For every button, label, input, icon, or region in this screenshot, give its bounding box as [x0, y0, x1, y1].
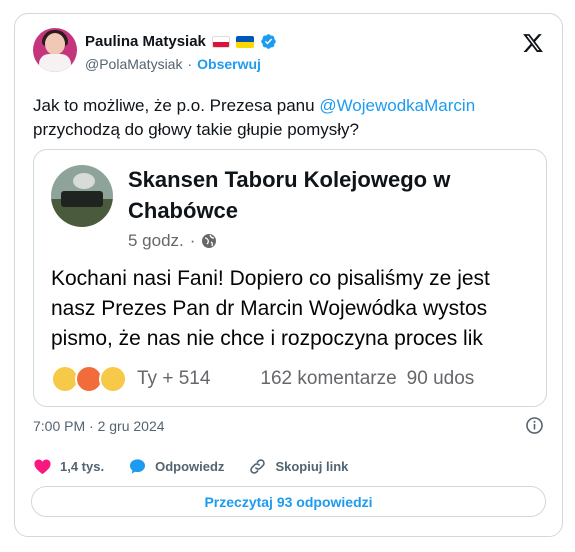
tweet-timestamp[interactable]: 7:00 PM · 2 gru 2024: [33, 418, 165, 434]
reply-button[interactable]: Odpowiedz: [128, 457, 224, 476]
author-avatar[interactable]: [33, 28, 77, 72]
mention-link[interactable]: @WojewodkaMarcin: [319, 96, 475, 115]
tweet-text: Jak to możliwe, że p.o. Prezesa panu @Wo…: [33, 94, 543, 142]
reactions-bar: Ty + 514 162 komentarze 90 udos: [51, 365, 546, 393]
fb-text-line: Kochani nasi Fani! Dopiero co pisaliśmy …: [51, 267, 490, 290]
wow-reaction-icon: [99, 365, 127, 393]
x-logo-icon[interactable]: [522, 32, 544, 54]
follow-button[interactable]: Obserwuj: [197, 56, 261, 72]
shares-count: 90 udos: [406, 368, 475, 389]
ukraine-flag-icon: [235, 35, 254, 48]
embedded-image[interactable]: Skansen Taboru Kolejowego w Chabówce 5 g…: [33, 149, 547, 407]
verified-badge-icon: [261, 34, 276, 49]
action-bar: 1,4 tys. Odpowiedz Skopiuj link: [33, 457, 372, 476]
author-handle[interactable]: @PolaMatysiak: [85, 56, 182, 72]
poland-flag-icon: [211, 35, 230, 48]
avatar-body: [39, 54, 71, 72]
copy-link-label: Skopiuj link: [275, 459, 349, 474]
fb-text-line: pismo, że nas nie chce i rozpoczyna proc…: [51, 327, 483, 350]
fb-page-name: Skansen Taboru Kolejowego w Chabówce: [128, 167, 451, 223]
tweet-text-after: przychodzą do głowy takie głupie pomysły…: [33, 120, 360, 139]
reply-label: Odpowiedz: [155, 459, 225, 474]
author-handle-row: @PolaMatysiak · Obserwuj: [85, 56, 261, 72]
fb-post-text: Kochani nasi Fani! Dopiero co pisaliśmy …: [51, 264, 546, 354]
tweet-card[interactable]: Paulina Matysiak @PolaMatysiak · Obserwu…: [14, 13, 563, 537]
smoke-shape: [73, 173, 95, 189]
author-name[interactable]: Paulina Matysiak: [85, 33, 206, 50]
info-icon[interactable]: [525, 416, 544, 435]
author-name-row: Paulina Matysiak: [85, 33, 277, 50]
post-meta: 5 godz. ·: [128, 231, 217, 251]
like-count: 1,4 tys.: [60, 459, 105, 474]
copy-link-button[interactable]: Skopiuj link: [248, 457, 348, 476]
link-icon: [250, 459, 266, 474]
post-time: 5 godz.: [128, 231, 184, 250]
fb-text-line: nasz Prezes Pan dr Marcin Wojewódka wyst…: [51, 297, 488, 320]
meta-dot: ·: [189, 231, 196, 250]
reply-bubble-icon: [130, 459, 146, 474]
like-button[interactable]: 1,4 tys.: [33, 457, 104, 476]
page-avatar: [51, 165, 113, 227]
heart-icon: [34, 459, 51, 475]
comments-count: 162 komentarze: [260, 368, 397, 389]
read-replies-button[interactable]: Przeczytaj 93 odpowiedzi: [31, 486, 546, 517]
separator-dot: ·: [187, 56, 193, 72]
locomotive-shape: [61, 191, 103, 207]
avatar-face: [45, 33, 65, 55]
tweet-text-before: Jak to możliwe, że p.o. Prezesa panu: [33, 96, 320, 115]
reactions-count: Ty + 514: [137, 368, 211, 389]
globe-icon: [202, 234, 217, 248]
